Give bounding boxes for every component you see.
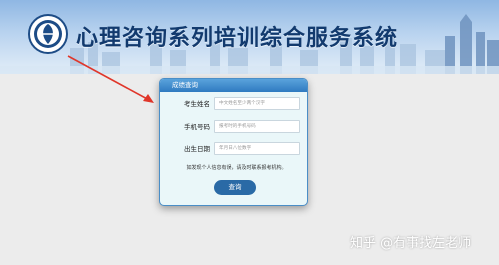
query-button[interactable]: 查询 <box>214 180 256 195</box>
info-notice: 如发现个人信息有误，请及时联系报考机构。 <box>186 165 287 171</box>
watermark: 知乎 @有事找左老师 <box>350 236 472 251</box>
phone-label: 手机号码 <box>184 123 210 131</box>
phone-row: 手机号码 <box>160 120 307 134</box>
site-banner: 心理咨询系列培训综合服务系统 <box>0 0 499 74</box>
logo-emblem-icon <box>28 14 68 54</box>
birth-row: 出生日期 <box>160 142 307 156</box>
panel-title: 成绩查询 <box>160 79 307 92</box>
birth-date-label: 出生日期 <box>184 145 210 153</box>
name-label: 考生姓名 <box>184 100 210 108</box>
birth-date-input[interactable] <box>214 142 300 155</box>
site-title: 心理咨询系列培训综合服务系统 <box>76 25 399 51</box>
score-query-panel: 成绩查询 考生姓名 手机号码 出生日期 如发现个人信息有误，请及时联系报考机构。… <box>159 78 308 206</box>
name-row: 考生姓名 <box>160 97 307 111</box>
name-input[interactable] <box>214 97 300 110</box>
phone-input[interactable] <box>214 120 300 133</box>
